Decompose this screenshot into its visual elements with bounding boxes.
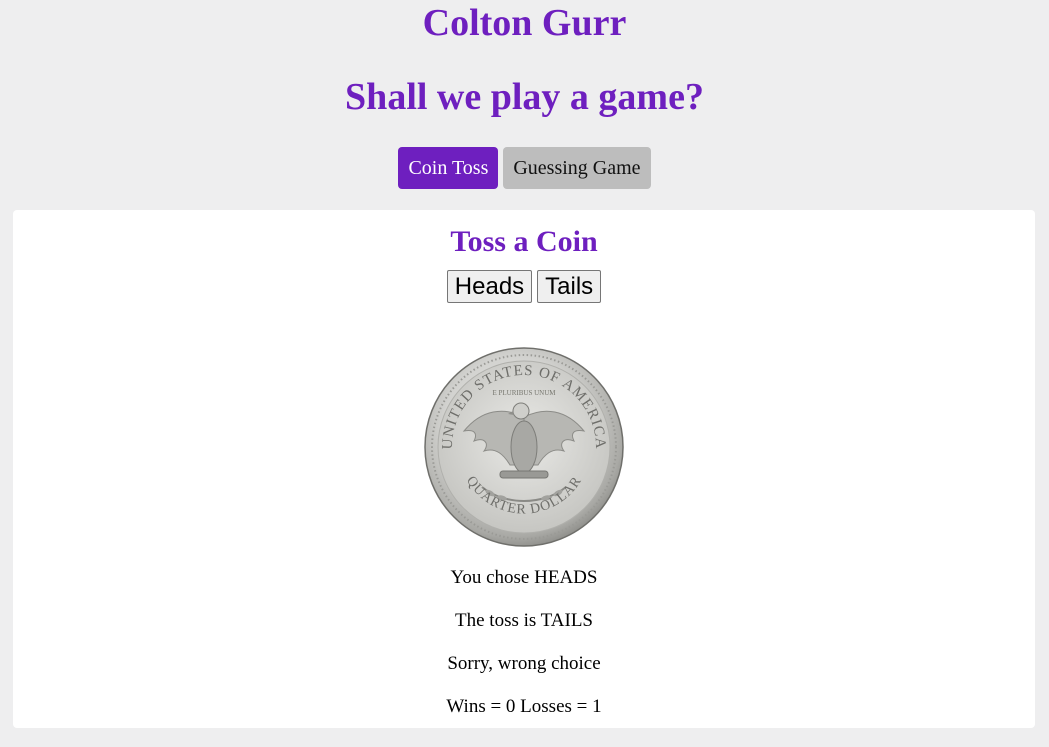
svg-text:E PLURIBUS UNUM: E PLURIBUS UNUM bbox=[492, 389, 556, 397]
coin-image: UNITED STATES OF AMERICA QUARTER DOLLAR … bbox=[424, 347, 624, 547]
toss-result: The toss is TAILS bbox=[455, 610, 593, 631]
tab-coin-toss[interactable]: Coin Toss bbox=[398, 147, 499, 189]
quarter-tails-icon: UNITED STATES OF AMERICA QUARTER DOLLAR … bbox=[424, 347, 624, 547]
game-tabs: Coin Toss Guessing Game bbox=[0, 147, 1049, 189]
tails-button[interactable]: Tails bbox=[537, 270, 602, 303]
page-subtitle: Shall we play a game? bbox=[345, 76, 704, 118]
site-title: Colton Gurr bbox=[422, 2, 627, 44]
page: Colton Gurr Shall we play a game? Coin T… bbox=[0, 0, 1049, 747]
choice-buttons: Heads Tails bbox=[13, 270, 1035, 303]
panel-title: Toss a Coin bbox=[450, 225, 598, 258]
tab-guessing-game[interactable]: Guessing Game bbox=[503, 147, 651, 189]
coin-toss-panel: Toss a Coin Heads Tails UNITED STATES OF… bbox=[13, 210, 1035, 728]
heads-button[interactable]: Heads bbox=[446, 270, 533, 303]
outcome-message: Sorry, wrong choice bbox=[447, 653, 601, 674]
score-text: Wins = 0 Losses = 1 bbox=[446, 696, 602, 717]
choice-result: You chose HEADS bbox=[450, 567, 598, 588]
